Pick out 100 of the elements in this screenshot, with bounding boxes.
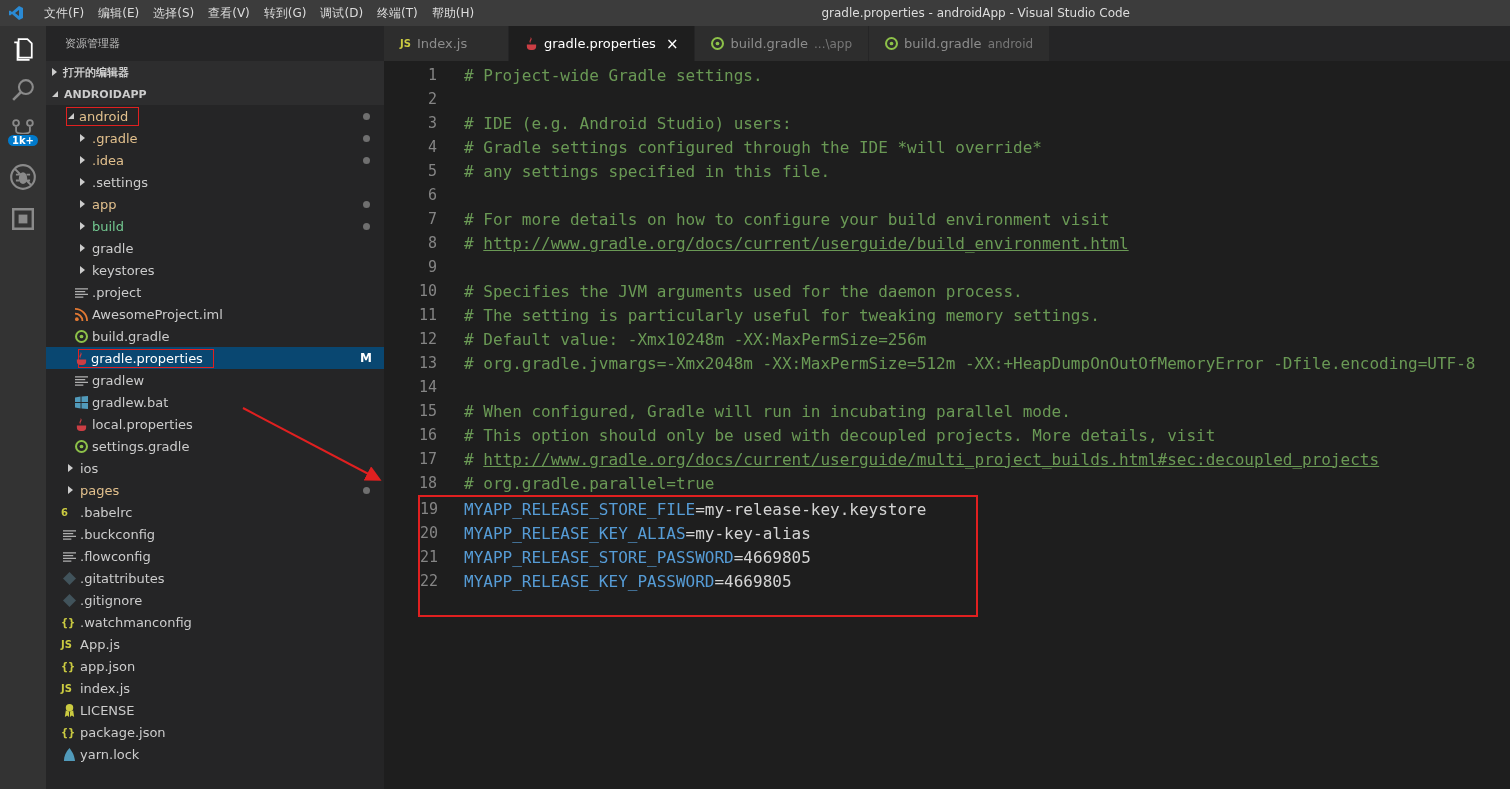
file-name: keystores (92, 262, 155, 278)
code-comment: # This option should only be used with decoupled projects. More details, visit (464, 425, 1216, 445)
file-name: build (92, 218, 124, 234)
code-comment: # Gradle settings configured through the IDE *will override* (464, 137, 1042, 157)
line-number: 10 (417, 282, 438, 300)
cup-icon (525, 37, 538, 50)
tree-item[interactable]: .flowconfig (46, 545, 384, 567)
diamond-icon (63, 571, 76, 585)
tree-item[interactable]: settings.gradle (46, 435, 384, 457)
tree-item[interactable]: .gradle (46, 127, 384, 149)
tree-item[interactable]: {} package.json (46, 721, 384, 743)
menu-item[interactable]: 选择(S) (146, 4, 202, 22)
editor-tab[interactable]: JS Index.js (384, 26, 509, 61)
file-type-icon: {} (61, 660, 76, 672)
editor-tab[interactable]: gradle.properties × (509, 26, 696, 61)
code-link[interactable]: http://www.gradle.org/docs/current/userguide/multi_project_builds.html#sec:decoupled_projects (483, 449, 1380, 469)
gradle-icon (711, 37, 725, 50)
tree-item[interactable]: build (46, 215, 384, 237)
git-status-label: M (360, 351, 372, 365)
menu-item[interactable]: 查看(V) (201, 4, 257, 22)
tree-item[interactable]: .project (46, 281, 384, 303)
editor-tab[interactable]: build.gradle ...\app (695, 26, 870, 61)
file-type-icon: 6 (61, 506, 68, 518)
file-name: app.json (80, 658, 136, 674)
tree-item[interactable]: gradle.properties M (46, 347, 384, 369)
close-button[interactable]: × (665, 34, 679, 53)
code-property: MYAPP_RELEASE_KEY_PASSWORD=4669805 (464, 571, 792, 591)
menu-item[interactable]: 文件(F) (37, 4, 92, 22)
file-name: local.properties (92, 416, 193, 432)
windows-icon (75, 395, 88, 409)
tree-item[interactable]: gradlew (46, 369, 384, 391)
tree-item[interactable]: pages (46, 479, 384, 501)
tree-item[interactable]: local.properties (46, 413, 384, 435)
file-name: package.json (80, 724, 166, 740)
tree-item[interactable]: .idea (46, 149, 384, 171)
file-name: .babelrc (80, 504, 133, 520)
activity-item[interactable]: 1k+ (4, 117, 42, 148)
tree-item[interactable]: 6 .babelrc (46, 501, 384, 523)
line-number: 3 (426, 114, 438, 132)
line-number: 5 (426, 162, 438, 180)
file-name: gradlew.bat (92, 394, 169, 410)
code-comment: # org.gradle.parallel=true (464, 473, 715, 493)
tree-item[interactable]: yarn.lock (46, 743, 384, 765)
tree-item[interactable]: JS App.js (46, 633, 384, 655)
code-comment: # org.gradle.jvmargs=-Xmx2048m -XX:MaxPermSize=512m -XX:+HeapDumpOnOutOfMemoryError -Dfile.encoding=UTF-8 (464, 353, 1476, 373)
tree-item[interactable]: .buckconfig (46, 523, 384, 545)
tree-item[interactable]: .gitignore (46, 589, 384, 611)
menu-item[interactable]: 编辑(E) (91, 4, 147, 22)
line-number: 13 (417, 354, 438, 372)
file-name: gradlew (92, 372, 145, 388)
tree-item[interactable]: LICENSE (46, 699, 384, 721)
tree-item[interactable]: JS index.js (46, 677, 384, 699)
editor-tab[interactable]: build.gradle android (869, 26, 1051, 61)
file-name: .project (92, 284, 142, 300)
code-comment: # When configured, Gradle will run in incubating parallel mode. (464, 401, 1071, 421)
tab-label: gradle.properties (544, 36, 656, 51)
code-comment: # http://www.gradle.org/docs/current/userguide/multi_project_builds.html#sec:decoupled_projects (464, 449, 1380, 469)
file-name: .gitignore (80, 592, 143, 608)
line-number: 21 (420, 548, 440, 566)
tree-item[interactable]: {} .watchmanconfig (46, 611, 384, 633)
menu-item[interactable]: 调试(D) (313, 4, 371, 22)
file-name: LICENSE (80, 702, 135, 718)
explorer-title: 资源管理器 (64, 36, 121, 52)
file-name: yarn.lock (80, 746, 140, 762)
file-name: build.gradle (92, 328, 170, 344)
file-type-icon: {} (61, 616, 76, 628)
code-property: MYAPP_RELEASE_STORE_FILE=my-release-key.keystore (464, 499, 927, 519)
line-number: 17 (417, 450, 438, 468)
menu-item[interactable]: 转到(G) (256, 4, 314, 22)
app-logo-icon (9, 6, 23, 20)
menu-item[interactable]: 帮助(H) (424, 4, 482, 22)
line-number: 19 (420, 500, 440, 518)
code-comment: # Default value: -Xmx10248m -XX:MaxPermSize=256m (464, 329, 927, 349)
section-header[interactable]: 打开的编辑器 (46, 61, 384, 83)
tree-item[interactable]: .settings (46, 171, 384, 193)
tree-item[interactable]: {} app.json (46, 655, 384, 677)
tree-item[interactable]: gradlew.bat (46, 391, 384, 413)
tree-item[interactable]: app (46, 193, 384, 215)
file-name: AwesomeProject.iml (92, 306, 223, 322)
tree-item[interactable]: .gitattributes (46, 567, 384, 589)
tree-item[interactable]: AwesomeProject.iml (46, 303, 384, 325)
line-number: 9 (426, 258, 438, 276)
tree-item[interactable]: ios (46, 457, 384, 479)
tree-item[interactable]: android (46, 105, 384, 127)
file-name: gradle.properties (91, 350, 203, 366)
cup-icon (75, 351, 88, 365)
tab-label: Index.js (416, 36, 468, 51)
tree-item[interactable]: keystores (46, 259, 384, 281)
tree-item[interactable]: gradle (46, 237, 384, 259)
code-comment: # For more details on how to configure your build environment visit (464, 209, 1110, 229)
line-number: 2 (426, 90, 438, 108)
menu-item[interactable]: 终端(T) (370, 4, 425, 22)
lines-icon (63, 549, 76, 563)
tree-item[interactable]: build.gradle (46, 325, 384, 347)
file-type-icon: JS (61, 682, 72, 694)
file-name: .buckconfig (80, 526, 156, 542)
line-number: 22 (420, 572, 440, 590)
code-comment: # The setting is particularly useful for tweaking memory settings. (464, 305, 1100, 325)
code-link[interactable]: http://www.gradle.org/docs/current/userguide/build_environment.html (483, 233, 1129, 253)
section-header[interactable]: ANDROIDAPP (46, 83, 384, 105)
